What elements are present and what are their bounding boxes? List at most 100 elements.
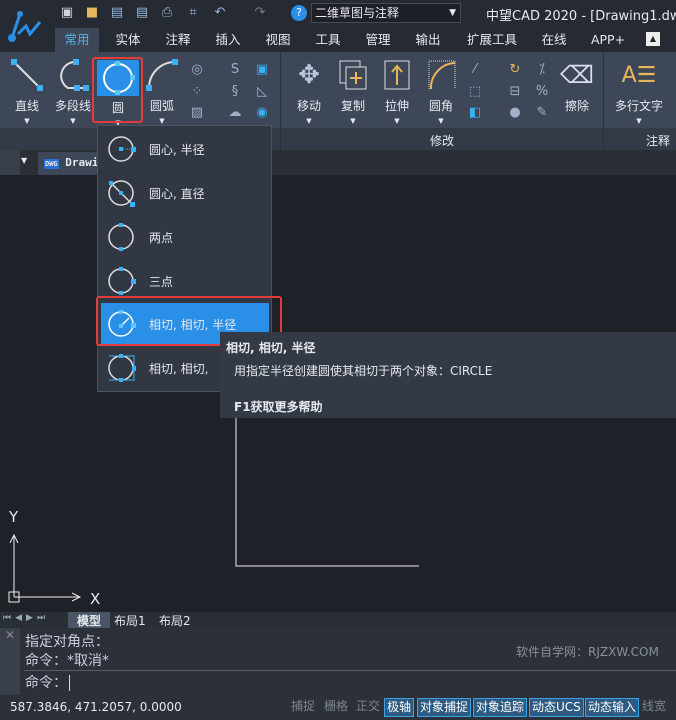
help-icon[interactable]: ? (291, 5, 307, 21)
move-button[interactable]: ✥ 移动 ▼ (288, 56, 330, 125)
layout-tab-model[interactable]: 模型 (68, 612, 110, 628)
stretch-button[interactable]: 拉伸 ▼ (376, 56, 418, 125)
tab-app-plus[interactable]: APP+ (586, 28, 630, 52)
menu-item-label: 三点 (149, 274, 174, 289)
offset-icon[interactable]: ⬚ (466, 83, 484, 101)
hatch-icon[interactable]: ▨ (188, 104, 206, 122)
tab-manage[interactable]: 管理 (360, 28, 396, 52)
close-icon[interactable]: ✕ (0, 628, 20, 695)
rectangle-icon[interactable]: ▣ (253, 61, 271, 79)
trim-icon[interactable]: ⁄ (466, 61, 484, 79)
menu-item-center-radius[interactable]: 圆心, 半径 (101, 128, 269, 170)
toggle-ortho[interactable]: 正交 (354, 698, 382, 717)
move-icon: ✥ (298, 60, 320, 90)
tab-solid[interactable]: 实体 (110, 28, 146, 52)
tab-annotate[interactable]: 注释 (160, 28, 196, 52)
toggle-dyn[interactable]: 动态输入 (585, 698, 640, 717)
tab-output[interactable]: 输出 (410, 28, 446, 52)
group-divider (603, 52, 604, 150)
chevron-down-icon[interactable]: ▼ (21, 156, 27, 165)
spline-icon[interactable]: S (226, 61, 244, 79)
chevron-down-icon: ▼ (306, 117, 312, 125)
layout-tab-1[interactable]: 布局1 (114, 612, 146, 629)
copy-button[interactable]: 复制 ▼ (332, 56, 374, 125)
new-icon[interactable]: ▣ (59, 5, 75, 21)
toggle-snap[interactable]: 捕捉 (289, 698, 317, 717)
command-prompt: 命令： (25, 675, 67, 691)
highlight-box (92, 57, 143, 123)
toggle-polar[interactable]: 极轴 (384, 698, 415, 717)
layout-tabs: ⏮◀▶⏭ 模型 布局1 布局2 (0, 612, 676, 628)
tab-insert[interactable]: 插入 (210, 28, 246, 52)
toggle-grid[interactable]: 栅格 (322, 698, 350, 717)
polyline-button[interactable]: 多段线 ▼ (52, 56, 94, 125)
save-as-icon[interactable]: ▤ (134, 5, 150, 21)
command-input[interactable]: 命令： (24, 672, 676, 694)
scale-icon[interactable]: ⊟ (506, 83, 524, 101)
chevron-down-icon: ▼ (350, 117, 356, 125)
copy-label: 复制 (340, 99, 365, 113)
copy-icon (339, 60, 367, 90)
menu-item-label: 两点 (149, 230, 174, 245)
toggle-otrack[interactable]: 对象追踪 (473, 698, 528, 717)
circle-3p-icon (108, 267, 136, 295)
tooltip-description: 用指定半径创建圆使其相切于两个对象：CIRCLE (234, 364, 493, 378)
app-logo[interactable] (0, 0, 52, 52)
document-tab-label: Drawi (65, 156, 99, 169)
mtext-label: 多行文字 (614, 99, 663, 113)
tab-scroll[interactable] (0, 150, 20, 175)
wipeout-icon[interactable]: ◺ (253, 83, 271, 101)
arc-button[interactable]: 圆弧 ▼ (141, 56, 183, 125)
plot-preview-icon[interactable]: ⌗ (185, 5, 201, 21)
tooltip-help: F1获取更多帮助 (234, 400, 323, 414)
explode-icon[interactable]: ● (506, 104, 524, 122)
workspace-select[interactable]: 二维草图与注释 ▼ (311, 3, 461, 23)
save-icon[interactable]: ▤ (109, 5, 125, 21)
command-history-line: 指定对角点： (25, 634, 109, 650)
tooltip: 相切, 相切, 半径 用指定半径创建圆使其相切于两个对象：CIRCLE F1获取… (220, 332, 676, 418)
line-button[interactable]: 直线 ▼ (6, 56, 48, 125)
rotate-icon[interactable]: ↻ (506, 61, 524, 79)
fillet-button[interactable]: 圆角 ▼ (420, 56, 462, 125)
circle-2p-icon (108, 223, 134, 251)
print-icon[interactable]: ⎙ (159, 5, 175, 21)
redo-icon[interactable]: ↷ (252, 5, 268, 21)
chevron-down-icon: ▼ (636, 117, 642, 125)
undo-icon[interactable]: ↶ (212, 5, 228, 21)
edit-icon[interactable]: ✎ (533, 104, 551, 122)
polyline-icon (60, 59, 89, 91)
group-label-modify: 修改 (430, 134, 455, 148)
layout-tab-2[interactable]: 布局2 (159, 612, 191, 629)
tab-online[interactable]: 在线 (536, 28, 572, 52)
ribbon-tabs: 常用 实体 注释 插入 视图 工具 管理 输出 扩展工具 在线 APP+ ▲ (52, 28, 676, 52)
tab-view[interactable]: 视图 (260, 28, 296, 52)
mtext-button[interactable]: A☰ 多行文字 ▼ (610, 56, 668, 126)
array-icon[interactable]: ◧ (466, 104, 484, 122)
fillet-icon (428, 60, 456, 90)
toggle-lineweight[interactable]: 线宽 (640, 698, 668, 717)
tab-extend-tools[interactable]: 扩展工具 (462, 28, 522, 52)
collapse-ribbon-icon[interactable]: ▲ (646, 32, 660, 46)
menu-item-center-diameter[interactable]: 圆心, 直径 (101, 172, 269, 214)
erase-button[interactable]: ⌫ 擦除 (556, 56, 598, 114)
point-icon[interactable]: ⁘ (188, 83, 206, 101)
break-icon[interactable]: ⁒ (533, 61, 551, 79)
donut-icon[interactable]: ◉ (253, 104, 271, 122)
move-label: 移动 (296, 99, 321, 113)
revcloud-icon[interactable]: ☁ (226, 104, 244, 122)
tab-tools[interactable]: 工具 (310, 28, 346, 52)
open-icon[interactable]: ■ (84, 5, 100, 21)
command-history-line: 命令：*取消* (25, 653, 109, 669)
ellipse-icon[interactable]: ◎ (188, 61, 206, 79)
tab-home[interactable]: 常用 (55, 28, 99, 52)
spline-cv-icon[interactable]: § (226, 83, 244, 101)
arc-icon (146, 59, 178, 91)
join-icon[interactable]: % (533, 83, 551, 101)
toggle-ducs[interactable]: 动态UCS (529, 698, 584, 717)
toggle-osnap[interactable]: 对象捕捉 (417, 698, 472, 717)
menu-item-two-point[interactable]: 两点 (101, 216, 269, 258)
layout-nav-arrows[interactable]: ⏮◀▶⏭ (3, 613, 49, 623)
mtext-icon: A☰ (621, 62, 657, 88)
chevron-down-icon: ▼ (438, 117, 444, 125)
stretch-icon (384, 60, 410, 90)
